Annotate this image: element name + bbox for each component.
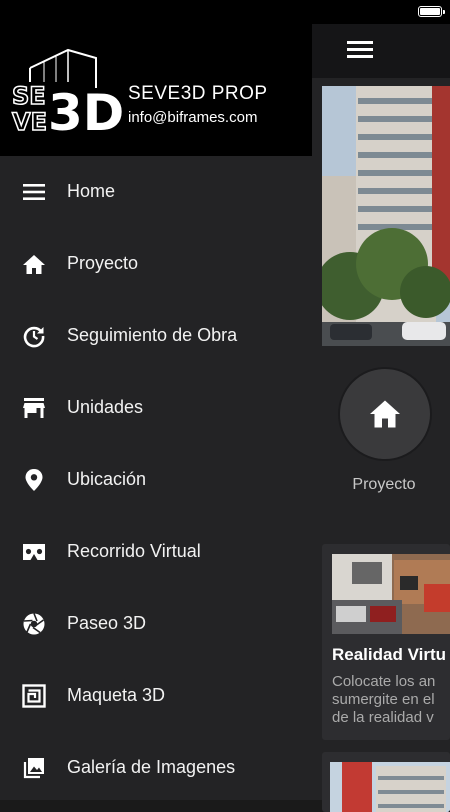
menu-item-ubicacion[interactable]: Ubicación — [0, 444, 312, 516]
menu-item-label: Recorrido Virtual — [67, 541, 201, 561]
seve3d-logo: SE VE 3D — [10, 48, 124, 142]
navigation-drawer: SE VE 3D SEVE3D PROP info@biframes.com H… — [0, 0, 312, 800]
card-title: Realidad Virtu — [332, 645, 446, 664]
hero-image: PR — [322, 86, 450, 346]
menu-icon — [21, 180, 47, 204]
card-image — [332, 554, 450, 634]
account-name: SEVE3D PROP — [128, 83, 268, 104]
menu-item-maqueta-3d[interactable]: Maqueta 3D — [0, 660, 312, 732]
app-bar — [312, 24, 450, 78]
battery-icon — [418, 6, 445, 17]
menu-item-label: Ubicación — [67, 469, 147, 489]
menu-item-proyecto[interactable]: Proyecto — [0, 228, 312, 300]
menu-item-label: Maqueta 3D — [67, 685, 166, 705]
menu-item-label: Home — [67, 181, 116, 201]
menu-item-label: Paseo 3D — [67, 613, 147, 633]
proyecto-shortcut-button[interactable] — [338, 367, 432, 461]
status-bar — [312, 0, 450, 24]
menu-item-home[interactable]: Home — [0, 156, 312, 228]
svg-text:3D: 3D — [48, 84, 122, 134]
vr-headset-icon — [21, 540, 47, 564]
account-email: info@biframes.com — [128, 109, 258, 126]
history-icon — [21, 324, 47, 348]
menu-item-label: Proyecto — [67, 253, 139, 273]
home-icon — [21, 252, 47, 276]
location-pin-icon — [21, 468, 47, 492]
drawer-menu: Home Proyecto Seguimiento de Obra Unidad… — [0, 156, 312, 804]
proyecto-shortcut-label: Proyecto — [352, 476, 416, 493]
svg-text:SE: SE — [12, 82, 46, 110]
second-card[interactable] — [322, 752, 450, 812]
drawer-header: SE VE 3D SEVE3D PROP info@biframes.com — [0, 0, 312, 156]
menu-item-recorrido-virtual[interactable]: Recorrido Virtual — [0, 516, 312, 588]
menu-item-galeria-de-imagenes[interactable]: Galería de Imagenes — [0, 732, 312, 804]
camera-shutter-icon — [21, 612, 47, 636]
card-description: Colocate los an sumergite en el de la re… — [332, 673, 436, 726]
store-icon — [21, 396, 47, 420]
svg-text:VE: VE — [12, 108, 47, 134]
menu-item-paseo-3d[interactable]: Paseo 3D — [0, 588, 312, 660]
menu-button[interactable] — [346, 38, 374, 62]
home-icon — [370, 400, 400, 428]
image-gallery-icon — [21, 756, 47, 780]
menu-item-seguimiento-de-obra[interactable]: Seguimiento de Obra — [0, 300, 312, 372]
menu-item-label: Unidades — [67, 397, 144, 417]
menu-item-label: Galería de Imagenes — [67, 757, 236, 777]
virtual-reality-card[interactable]: Realidad Virtu Colocate los an sumergite… — [322, 544, 450, 740]
menu-item-label: Seguimiento de Obra — [67, 325, 238, 345]
card-image — [330, 762, 450, 812]
model-icon — [21, 684, 47, 708]
menu-item-unidades[interactable]: Unidades — [0, 372, 312, 444]
